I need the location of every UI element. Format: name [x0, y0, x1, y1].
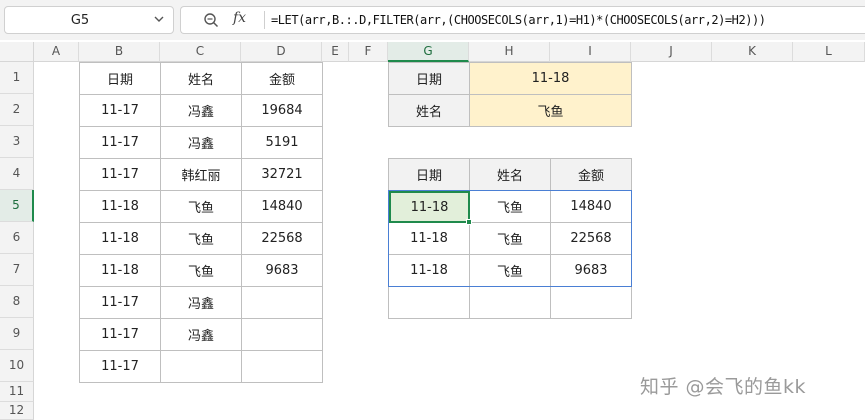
row-number: 3 [12, 134, 21, 148]
zoom-icon[interactable] [203, 12, 219, 28]
row-header-8[interactable]: 8 [0, 286, 34, 318]
column-header-b[interactable]: B [79, 42, 160, 62]
column-header-e[interactable]: E [322, 42, 349, 62]
watermark: 知乎 @会飞的鱼kk [640, 376, 807, 398]
row-header-4[interactable]: 4 [0, 158, 34, 190]
row-number: 8 [12, 294, 21, 308]
row-header-11[interactable]: 11 [0, 382, 34, 402]
source-data-cell[interactable] [241, 318, 323, 351]
source-data-cell[interactable]: 飞鱼 [160, 222, 242, 255]
result-header-cell[interactable]: 日期 [388, 158, 470, 191]
row-number: 10 [8, 358, 25, 372]
result-data-cell[interactable] [388, 286, 470, 319]
column-header-g[interactable]: G [388, 42, 469, 62]
criteria-label-cell[interactable]: 日期 [388, 62, 470, 95]
row-header-3[interactable]: 3 [0, 126, 34, 158]
row-number: 5 [12, 198, 20, 212]
source-data-cell[interactable]: 韩红丽 [160, 158, 242, 191]
fill-handle[interactable] [466, 219, 472, 225]
criteria-value-cell[interactable]: 飞鱼 [469, 94, 632, 127]
row-header-7[interactable]: 7 [0, 254, 34, 286]
source-data-cell[interactable]: 11-18 [79, 222, 161, 255]
formula-text[interactable]: =LET(arr,B.:.D,FILTER(arr,(CHOOSECOLS(ar… [271, 13, 766, 27]
result-data-cell[interactable]: 飞鱼 [469, 190, 551, 223]
row-header-5[interactable]: 5 [0, 190, 34, 222]
source-header-cell[interactable]: 金额 [241, 62, 323, 95]
source-data-cell[interactable]: 11-17 [79, 126, 161, 159]
row-number: 11 [8, 384, 25, 398]
source-data-cell[interactable] [160, 350, 242, 383]
source-data-cell[interactable]: 冯鑫 [160, 94, 242, 127]
row-header-9[interactable]: 9 [0, 318, 34, 350]
formula-separator [264, 11, 265, 29]
column-header-k[interactable]: K [712, 42, 793, 62]
source-data-cell[interactable]: 冯鑫 [160, 286, 242, 319]
source-data-cell[interactable] [241, 286, 323, 319]
source-data-cell[interactable] [241, 350, 323, 383]
source-data-cell[interactable]: 飞鱼 [160, 254, 242, 287]
column-header-a[interactable]: A [34, 42, 79, 62]
source-data-cell[interactable]: 19684 [241, 94, 323, 127]
row-number: 6 [12, 230, 21, 244]
formula-bar: G5 fx =LET(arr,B.:.D,FILTER(arr,(CHOOSEC… [0, 0, 865, 40]
column-header-d[interactable]: D [241, 42, 322, 62]
row-header-10[interactable]: 10 [0, 350, 34, 382]
source-data-cell[interactable]: 11-17 [79, 318, 161, 351]
source-data-cell[interactable]: 11-17 [79, 286, 161, 319]
result-data-cell[interactable]: 9683 [550, 254, 632, 287]
source-data-cell[interactable]: 5191 [241, 126, 323, 159]
column-header-h[interactable]: H [469, 42, 550, 62]
column-header-i[interactable]: I [550, 42, 631, 62]
column-header-l[interactable]: L [793, 42, 865, 62]
row-header-2[interactable]: 2 [0, 94, 34, 126]
source-data-cell[interactable]: 11-18 [79, 190, 161, 223]
result-data-cell[interactable] [550, 286, 632, 319]
result-data-cell[interactable]: 11-18 [388, 254, 470, 287]
row-header-12[interactable]: 12 [0, 402, 34, 420]
result-data-cell[interactable]: 飞鱼 [469, 254, 551, 287]
row-number: 12 [8, 403, 25, 417]
row-number: 4 [12, 166, 21, 180]
column-header-j[interactable]: J [631, 42, 712, 62]
source-data-cell[interactable]: 冯鑫 [160, 126, 242, 159]
active-cell[interactable]: 11-18 [389, 191, 470, 223]
criteria-label-cell[interactable]: 姓名 [388, 94, 470, 127]
row-number: 2 [12, 102, 21, 116]
source-header-cell[interactable]: 日期 [79, 62, 161, 95]
row-number: 7 [12, 262, 21, 276]
source-data-cell[interactable]: 11-17 [79, 350, 161, 383]
name-box-value: G5 [70, 13, 90, 28]
row-header-1[interactable]: 1 [0, 62, 34, 94]
source-data-cell[interactable]: 22568 [241, 222, 323, 255]
formula-input-area[interactable]: fx =LET(arr,B.:.D,FILTER(arr,(CHOOSECOLS… [180, 6, 865, 34]
source-data-cell[interactable]: 11-17 [79, 158, 161, 191]
result-header-cell[interactable]: 姓名 [469, 158, 551, 191]
source-data-cell[interactable]: 冯鑫 [160, 318, 242, 351]
criteria-value-cell[interactable]: 11-18 [469, 62, 632, 95]
source-data-cell[interactable]: 飞鱼 [160, 190, 242, 223]
row-number: 1 [12, 70, 21, 84]
source-data-cell[interactable]: 32721 [241, 158, 323, 191]
result-data-cell[interactable]: 14840 [550, 190, 632, 223]
result-data-cell[interactable]: 22568 [550, 222, 632, 255]
result-data-cell[interactable]: 11-18 [388, 222, 470, 255]
result-header-cell[interactable]: 金额 [550, 158, 632, 191]
row-header-6[interactable]: 6 [0, 222, 34, 254]
name-box[interactable]: G5 [4, 6, 174, 34]
row-number: 9 [12, 326, 21, 340]
column-header-c[interactable]: C [160, 42, 241, 62]
source-data-cell[interactable]: 11-18 [79, 254, 161, 287]
result-data-cell[interactable] [469, 286, 551, 319]
column-header-f[interactable]: F [349, 42, 388, 62]
source-data-cell[interactable]: 9683 [241, 254, 323, 287]
source-data-cell[interactable]: 11-17 [79, 94, 161, 127]
chevron-down-icon[interactable] [153, 12, 165, 26]
result-data-cell[interactable]: 飞鱼 [469, 222, 551, 255]
source-data-cell[interactable]: 14840 [241, 190, 323, 223]
source-header-cell[interactable]: 姓名 [160, 62, 242, 95]
select-all-corner[interactable] [0, 42, 34, 62]
function-icon[interactable]: fx [233, 10, 246, 26]
